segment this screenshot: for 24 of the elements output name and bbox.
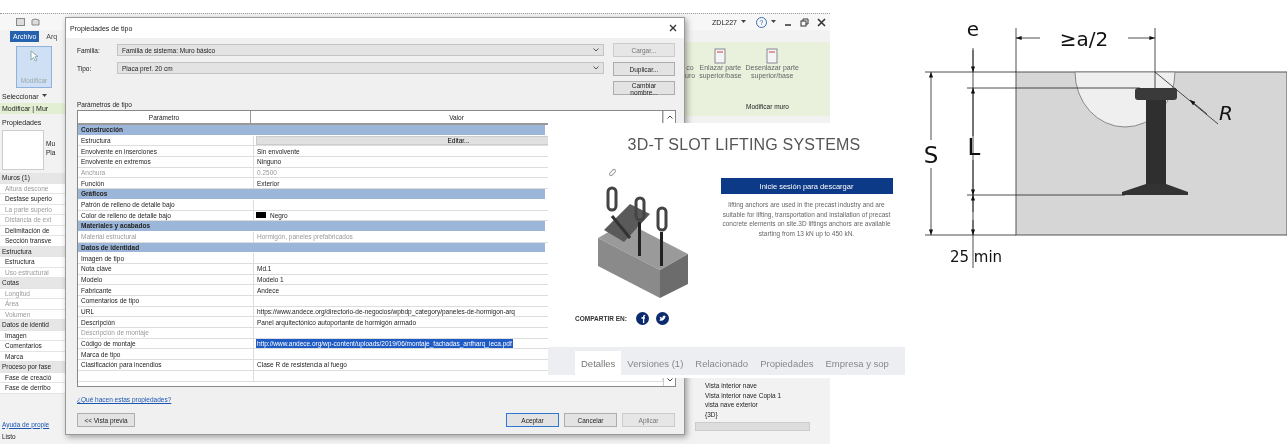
cursor-icon [29,50,39,62]
scroll-down-icon[interactable] [666,378,673,382]
restore-icon[interactable] [800,17,809,27]
caret-icon[interactable] [41,94,47,98]
wall-tool-icon [766,48,779,64]
social-icon[interactable] [655,312,669,325]
dimension-label: 25 min [949,248,1003,266]
dimension-label: e [966,17,980,41]
social-icon[interactable] [635,312,649,325]
caret-icon[interactable] [741,20,746,24]
link-icon[interactable] [608,168,617,177]
close-icon[interactable] [669,24,677,32]
dimension-label: S [923,142,939,168]
close-icon[interactable] [817,17,826,27]
dimension-label: R [1219,101,1233,125]
wall-tool-icon [714,48,727,64]
page-tab[interactable]: Detalles [575,351,622,375]
caret-icon[interactable] [771,20,776,24]
type-preview [2,130,44,170]
dimension-label: L [967,134,981,160]
dimension-label: ≥a/2 [1059,27,1109,51]
scroll-up-icon[interactable] [666,115,673,119]
product-title: 3D-T SLOT LIFTING SYSTEMS [626,136,862,154]
scroll-bar[interactable] [695,422,810,431]
